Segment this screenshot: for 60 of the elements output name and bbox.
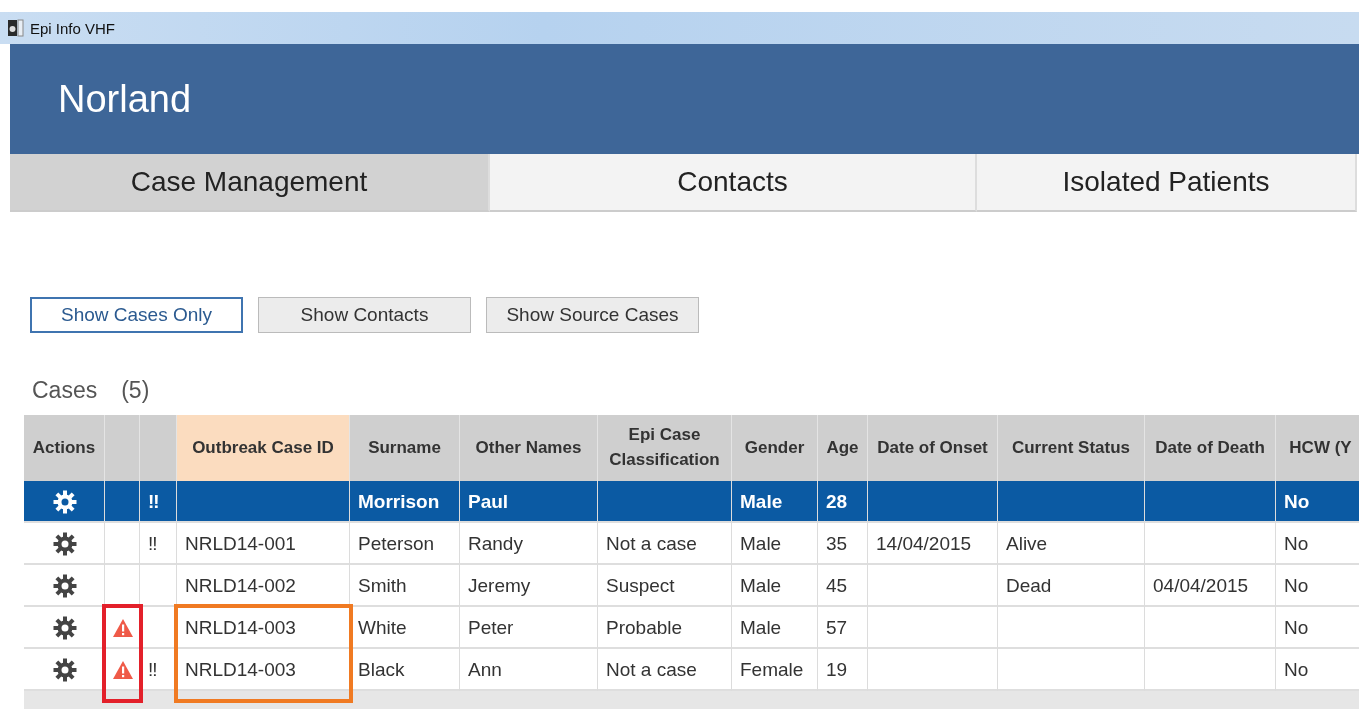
table-cell: Peterson [358, 533, 435, 555]
table-cell: Alive [1006, 533, 1048, 555]
table-cell: Suspect [606, 575, 675, 597]
table-cell: White [358, 617, 407, 639]
table-cell: 14/04/2015 [876, 533, 972, 555]
table-cell: 04/04/2015 [1153, 575, 1249, 597]
case-count: (5) [121, 376, 150, 404]
column-header[interactable]: Outbreak Case ID [177, 415, 350, 481]
table-cell: ‼ [148, 533, 158, 555]
table-cell: NRLD14-002 [185, 575, 296, 597]
table-cell: Male [740, 617, 782, 639]
gear-icon[interactable] [52, 532, 77, 556]
table-cell: ‼ [148, 491, 160, 513]
table-cell: Probable [606, 617, 683, 639]
table-cell: Randy [468, 533, 523, 555]
table-cell: ‼ [148, 659, 158, 681]
table-cell: No [1284, 617, 1309, 639]
table-cell: Smith [358, 575, 407, 597]
table-cell: Black [358, 659, 405, 681]
table-cell: Ann [468, 659, 502, 681]
table-cell: Peter [468, 617, 514, 639]
gear-icon[interactable] [52, 490, 77, 514]
tab[interactable]: Contacts [490, 154, 977, 212]
table-cell: 45 [826, 575, 848, 597]
tab[interactable]: Isolated Patients [977, 154, 1357, 212]
table-cell: 35 [826, 533, 848, 555]
table-cell: Female [740, 659, 804, 681]
table-cell: NRLD14-003 [185, 659, 296, 681]
table-cell: Not a case [606, 659, 697, 681]
table-cell: Male [740, 533, 782, 555]
filter-button[interactable]: Show Cases Only [30, 297, 243, 333]
table-cell: No [1284, 575, 1309, 597]
table-cell: Paul [468, 491, 509, 513]
table-cell: NRLD14-001 [185, 533, 296, 555]
gear-icon[interactable] [52, 616, 77, 640]
table-cell: Morrison [358, 491, 440, 513]
table-cell: No [1284, 533, 1309, 555]
app-icon [8, 19, 24, 37]
filter-button[interactable]: Show Contacts [258, 297, 471, 333]
header-title: Norland [58, 77, 192, 121]
table-cell: Male [740, 575, 782, 597]
section-title: Cases [32, 376, 98, 404]
table-cell: Jeremy [468, 575, 531, 597]
table-cell: 19 [826, 659, 848, 681]
gear-icon[interactable] [52, 574, 77, 598]
table-cell: No [1284, 491, 1310, 513]
table-cell: NRLD14-003 [185, 617, 296, 639]
gear-icon[interactable] [52, 658, 77, 682]
table-cell: 28 [826, 491, 848, 513]
table-cell: 57 [826, 617, 848, 639]
tab[interactable]: Case Management [10, 154, 490, 212]
warning-icon [111, 660, 134, 680]
table-cell: Dead [1006, 575, 1052, 597]
table-row[interactable] [24, 481, 1359, 523]
window-title: Epi Info VHF [30, 19, 116, 37]
table-cell: Male [740, 491, 783, 513]
filter-button[interactable]: Show Source Cases [486, 297, 699, 333]
table-cell: Not a case [606, 533, 697, 555]
table-cell: No [1284, 659, 1309, 681]
warning-icon [111, 618, 134, 638]
